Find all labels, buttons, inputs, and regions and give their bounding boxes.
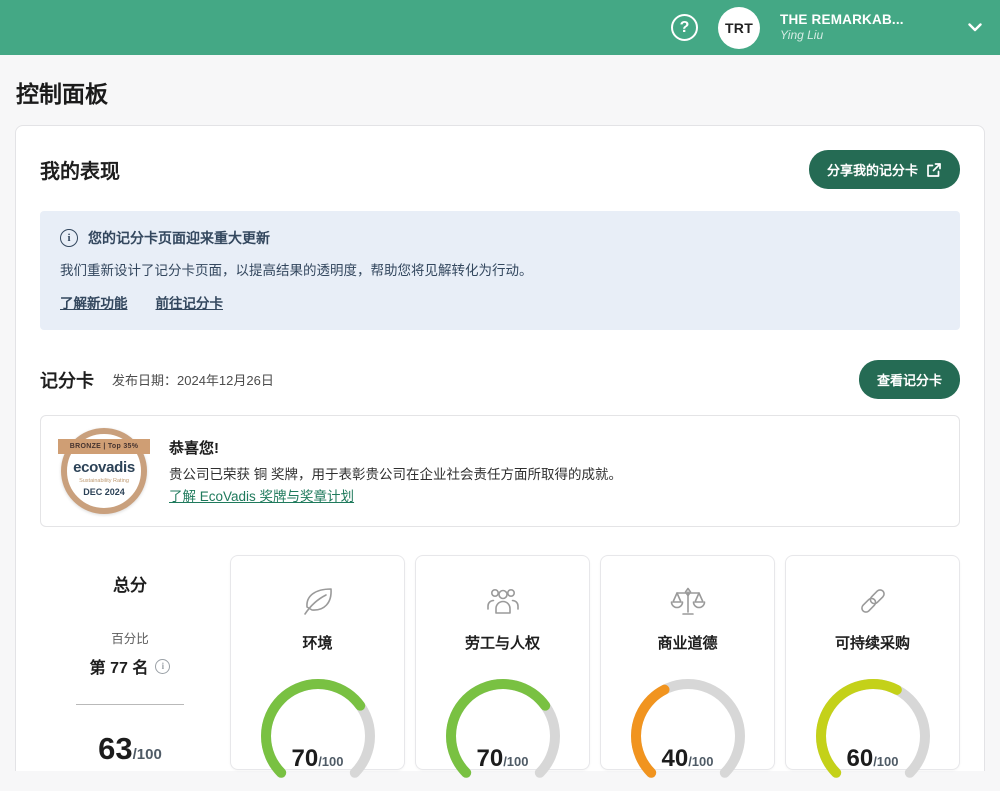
info-icon (60, 229, 78, 247)
percentile-info-icon[interactable] (155, 659, 170, 674)
user-name: Ying Liu (780, 28, 930, 43)
score-gauge: 70/100 (433, 671, 573, 777)
view-scorecard-button[interactable]: 查看记分卡 (859, 360, 960, 399)
ecovadis-bronze-medal: BRONZE | Top 35% ecovadis Sustainability… (61, 428, 147, 514)
theme-card-ethics[interactable]: 商业道德 40/100 (600, 555, 775, 770)
link-medal-program[interactable]: 了解 EcoVadis 奖牌与奖章计划 (169, 485, 354, 505)
leaf-icon (231, 582, 404, 620)
percentile-value: 第 77 名 (90, 654, 149, 678)
medal-ribbon: BRONZE | Top 35% (58, 439, 150, 454)
top-bar: TRT THE REMARKAB... Ying Liu (0, 0, 1000, 55)
help-icon[interactable] (671, 14, 698, 41)
avatar[interactable]: TRT (718, 7, 760, 49)
theme-label: 商业道德 (601, 632, 774, 653)
company-name: THE REMARKAB... (780, 12, 930, 29)
view-scorecard-label: 查看记分卡 (877, 370, 942, 389)
theme-score-value: 60 (846, 745, 873, 772)
link-go-to-scorecard[interactable]: 前往记分卡 (156, 292, 224, 312)
score-gauge: 40/100 (618, 671, 758, 777)
section-title-performance: 我的表现 (40, 155, 120, 184)
overall-title: 总分 (40, 571, 220, 596)
share-scorecard-label: 分享我的记分卡 (827, 160, 918, 179)
congrats-title: 恭喜您! (169, 437, 622, 458)
link-learn-new-features[interactable]: 了解新功能 (60, 292, 128, 312)
divider (76, 704, 184, 705)
theme-label: 环境 (231, 632, 404, 653)
theme-card-sustainable-procurement[interactable]: 可持续采购 60/100 (785, 555, 960, 770)
theme-score-value: 40 (661, 745, 688, 772)
banner-body: 我们重新设计了记分卡页面，以提高结果的透明度，帮助您将见解转化为行动。 (60, 259, 940, 279)
my-performance-card: 我的表现 分享我的记分卡 您的记分卡页面迎来重大更新 我们重新设计了记分卡页面，… (15, 125, 985, 771)
page-title: 控制面板 (0, 55, 1000, 125)
banner-title: 您的记分卡页面迎来重大更新 (88, 228, 270, 248)
share-export-icon (926, 162, 942, 178)
section-title-scorecard: 记分卡 (40, 367, 94, 393)
theme-card-environment[interactable]: 环境 70/100 (230, 555, 405, 770)
medal-date: DEC 2024 (61, 487, 147, 497)
overall-score-panel: 总分 百分比 第 77 名 63/100 (40, 555, 220, 770)
overall-score-max: /100 (133, 746, 162, 763)
update-banner: 您的记分卡页面迎来重大更新 我们重新设计了记分卡页面，以提高结果的透明度，帮助您… (40, 211, 960, 330)
theme-card-labor-human-rights[interactable]: 劳工与人权 70/100 (415, 555, 590, 770)
theme-score-max: /100 (873, 754, 898, 769)
medal-brand-sub: Sustainability Rating (61, 478, 147, 484)
scorecard-publish-date: 发布日期：2024年12月26日 (112, 370, 274, 389)
congrats-body: 贵公司已荣获 铜 奖牌，用于表彰贵公司在企业社会责任方面所取得的成就。 (169, 463, 622, 483)
theme-score-max: /100 (503, 754, 528, 769)
medal-brand: ecovadis (61, 459, 147, 476)
theme-label: 可持续采购 (786, 632, 959, 653)
theme-score-max: /100 (318, 754, 343, 769)
people-icon (416, 582, 589, 620)
theme-score-value: 70 (291, 745, 318, 772)
theme-score-max: /100 (688, 754, 713, 769)
scales-icon (601, 582, 774, 620)
scores-row: 总分 百分比 第 77 名 63/100 环境 (40, 555, 960, 770)
overall-score-value: 63 (98, 731, 132, 766)
percentile-label: 百分比 (40, 628, 220, 647)
share-scorecard-button[interactable]: 分享我的记分卡 (809, 150, 960, 189)
theme-label: 劳工与人权 (416, 632, 589, 653)
link-icon (786, 582, 959, 620)
account-info[interactable]: THE REMARKAB... Ying Liu (780, 12, 930, 44)
score-gauge: 60/100 (803, 671, 943, 777)
theme-score-value: 70 (476, 745, 503, 772)
medal-card: BRONZE | Top 35% ecovadis Sustainability… (40, 415, 960, 527)
score-gauge: 70/100 (248, 671, 388, 777)
chevron-down-icon[interactable] (968, 23, 982, 32)
